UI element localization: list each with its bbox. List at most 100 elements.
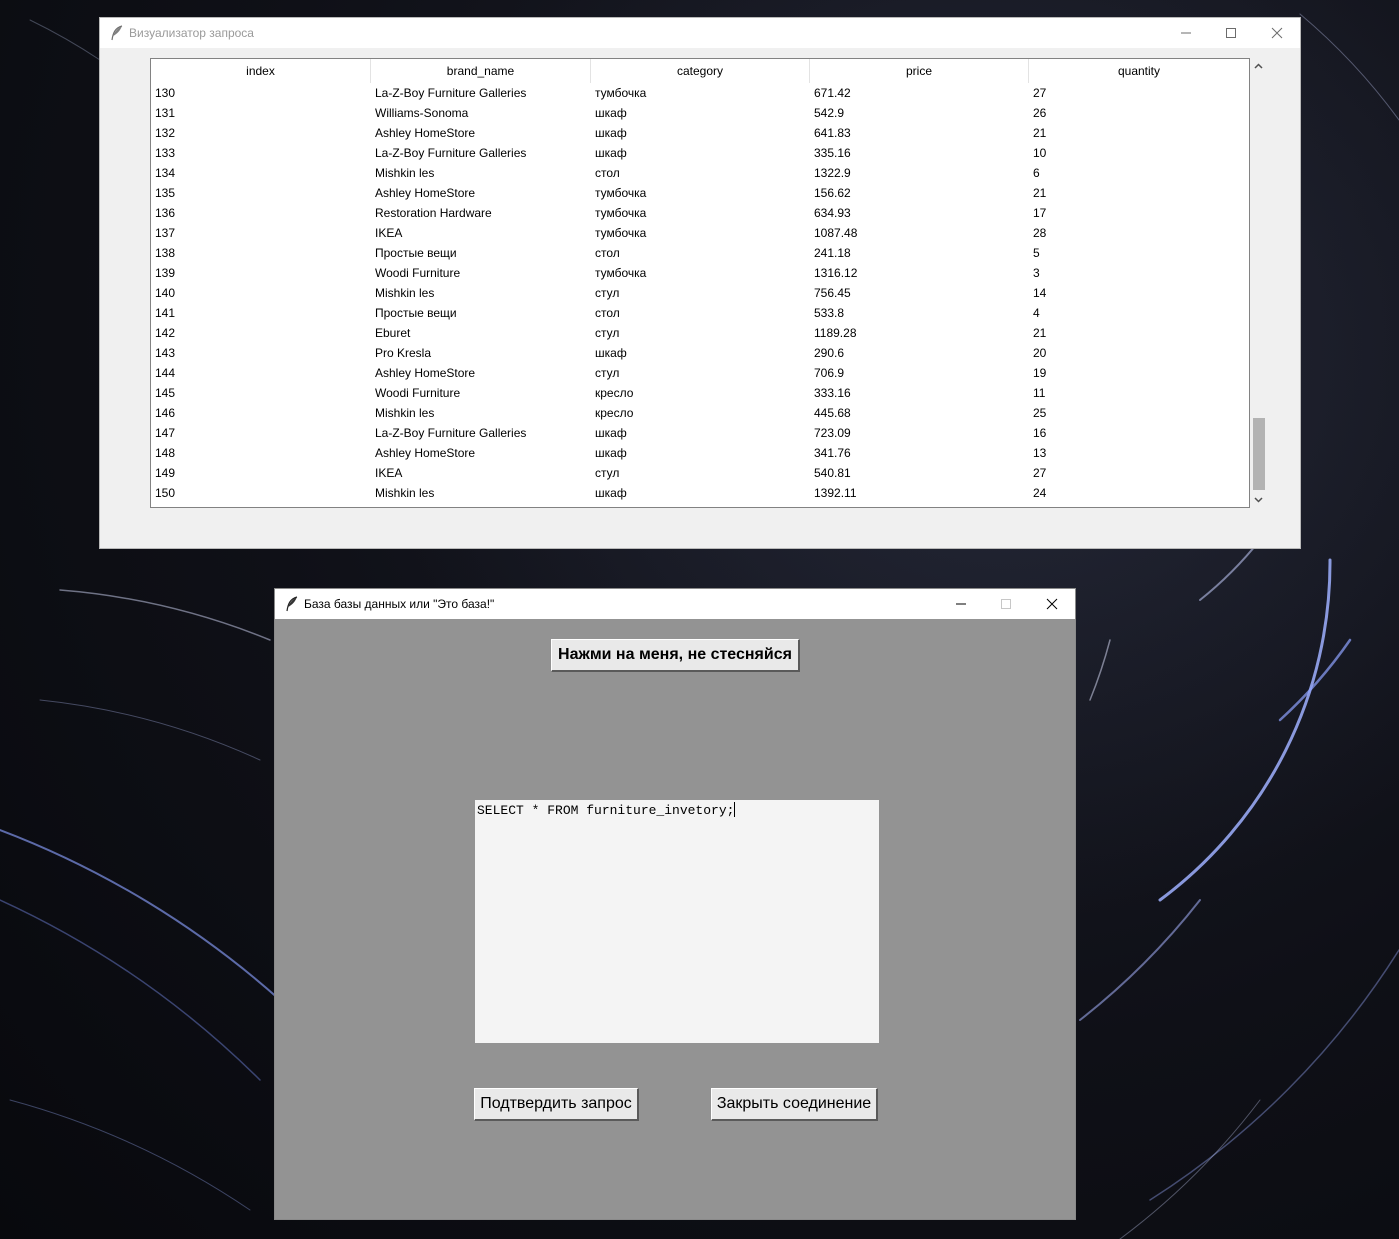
cell-quantity: 24 — [1033, 486, 1047, 500]
table-row[interactable]: 150 Mishkin les шкаф 1392.11 24 — [151, 483, 1249, 503]
cell-category: стол — [595, 166, 620, 180]
table-row[interactable]: 139 Woodi Furniture тумбочка 1316.12 3 — [151, 263, 1249, 283]
cell-quantity: 19 — [1033, 366, 1047, 380]
cell-index: 144 — [155, 366, 176, 380]
query-input[interactable]: SELECT * FROM furniture_invetory; — [475, 800, 879, 1043]
close-button[interactable] — [1254, 18, 1300, 48]
table-row[interactable]: 141 Простые вещи стол 533.8 4 — [151, 303, 1249, 323]
cell-brand-name: Eburet — [375, 326, 411, 340]
cell-quantity: 28 — [1033, 226, 1047, 240]
table-row[interactable]: 133 La-Z-Boy Furniture Galleries шкаф 335.1… — [151, 143, 1249, 163]
close-connection-button[interactable]: Закрыть соединение — [711, 1088, 878, 1121]
table-row[interactable]: 138 Простые вещи стол 241.18 5 — [151, 243, 1249, 263]
column-header-quantity[interactable]: quantity — [1029, 59, 1249, 83]
table-row[interactable]: 147 La-Z-Boy Furniture Galleries шкаф 723.0… — [151, 423, 1249, 443]
vertical-scrollbar[interactable] — [1250, 58, 1267, 508]
table-row[interactable]: 137 IKEA тумбочка 1087.48 28 — [151, 223, 1249, 243]
cell-brand-name: IKEA — [375, 466, 403, 480]
cell-brand-name: Pro Kresla — [375, 346, 432, 360]
scroll-up-icon[interactable] — [1250, 58, 1267, 75]
cell-quantity: 5 — [1033, 246, 1040, 260]
title-bar[interactable]: Визуализатор запроса — [100, 18, 1300, 48]
cell-brand-name: Mishkin les — [375, 166, 435, 180]
cell-quantity: 20 — [1033, 346, 1047, 360]
minimize-icon — [956, 603, 966, 605]
maximize-button — [983, 589, 1029, 619]
table-row[interactable]: 143 Pro Kresla шкаф 290.6 20 — [151, 343, 1249, 363]
cell-index: 146 — [155, 406, 176, 420]
cell-category: стул — [595, 366, 620, 380]
cell-price: 533.8 — [814, 306, 845, 320]
cell-quantity: 25 — [1033, 406, 1047, 420]
cell-category: шкаф — [595, 346, 627, 360]
cell-quantity: 27 — [1033, 466, 1047, 480]
cell-index: 139 — [155, 266, 176, 280]
cell-index: 130 — [155, 86, 176, 100]
cell-category: шкаф — [595, 126, 627, 140]
table-row[interactable]: 148 Ashley HomeStore шкаф 341.76 13 — [151, 443, 1249, 463]
cell-brand-name: Mishkin les — [375, 406, 435, 420]
cell-price: 335.16 — [814, 146, 851, 160]
cell-price: 540.81 — [814, 466, 851, 480]
cell-quantity: 26 — [1033, 106, 1047, 120]
cell-price: 341.76 — [814, 446, 851, 460]
table-row[interactable]: 142 Eburet стул 1189.28 21 — [151, 323, 1249, 343]
cell-brand-name: La-Z-Boy Furniture Galleries — [375, 86, 527, 100]
cell-quantity: 4 — [1033, 306, 1040, 320]
close-button[interactable] — [1029, 589, 1075, 619]
table-row[interactable]: 136 Restoration Hardware тумбочка 634.93 17 — [151, 203, 1249, 223]
cell-quantity: 6 — [1033, 166, 1040, 180]
cell-price: 634.93 — [814, 206, 851, 220]
cell-index: 134 — [155, 166, 176, 180]
cell-price: 723.09 — [814, 426, 851, 440]
maximize-button[interactable] — [1208, 18, 1254, 48]
table-row[interactable]: 149 IKEA стул 540.81 27 — [151, 463, 1249, 483]
text-cursor — [734, 802, 736, 817]
cell-index: 131 — [155, 106, 176, 120]
cell-category: тумбочка — [595, 86, 647, 100]
scrollbar-thumb[interactable] — [1253, 418, 1265, 490]
cell-category: стул — [595, 326, 620, 340]
close-icon — [1271, 27, 1283, 39]
cell-index: 150 — [155, 486, 176, 500]
cell-index: 145 — [155, 386, 176, 400]
table-row[interactable]: 132 Ashley HomeStore шкаф 641.83 21 — [151, 123, 1249, 143]
confirm-query-button[interactable]: Подтвердить запрос — [474, 1088, 639, 1121]
cell-brand-name: IKEA — [375, 226, 403, 240]
cell-index: 149 — [155, 466, 176, 480]
cell-category: шкаф — [595, 486, 627, 500]
query-visualizer-window: Визуализатор запроса index brand_name ca… — [100, 18, 1300, 548]
cell-price: 671.42 — [814, 86, 851, 100]
cell-price: 156.62 — [814, 186, 851, 200]
table-row[interactable]: 135 Ashley HomeStore тумбочка 156.62 21 — [151, 183, 1249, 203]
feather-icon — [111, 25, 123, 41]
cell-index: 136 — [155, 206, 176, 220]
table-row[interactable]: 145 Woodi Furniture кресло 333.16 11 — [151, 383, 1249, 403]
column-header-category[interactable]: category — [591, 59, 810, 83]
cell-category: шкаф — [595, 446, 627, 460]
cell-price: 1322.9 — [814, 166, 851, 180]
title-bar[interactable]: База базы данных или "Это база!" — [275, 589, 1075, 619]
cell-category: тумбочка — [595, 206, 647, 220]
cell-brand-name: Ashley HomeStore — [375, 126, 476, 140]
cell-brand-name: Mishkin les — [375, 286, 435, 300]
table-row[interactable]: 146 Mishkin les кресло 445.68 25 — [151, 403, 1249, 423]
table-row[interactable]: 130 La-Z-Boy Furniture Galleries тумбочка 6… — [151, 83, 1249, 103]
column-header-index[interactable]: index — [151, 59, 371, 83]
table-row[interactable]: 131 Williams-Sonoma шкаф 542.9 26 — [151, 103, 1249, 123]
cell-category: шкаф — [595, 146, 627, 160]
scroll-down-icon[interactable] — [1250, 491, 1267, 508]
column-header-brand-name[interactable]: brand_name — [371, 59, 591, 83]
press-me-button[interactable]: Нажми на меня, не стесняйся — [551, 639, 800, 672]
cell-price: 333.16 — [814, 386, 851, 400]
results-table[interactable]: index brand_name category price quantity… — [150, 58, 1250, 508]
table-row[interactable]: 134 Mishkin les стол 1322.9 6 — [151, 163, 1249, 183]
cell-category: кресло — [595, 386, 634, 400]
minimize-button[interactable] — [938, 589, 984, 619]
cell-quantity: 11 — [1033, 386, 1046, 400]
table-row[interactable]: 140 Mishkin les стул 756.45 14 — [151, 283, 1249, 303]
table-row[interactable]: 144 Ashley HomeStore стул 706.9 19 — [151, 363, 1249, 383]
cell-quantity: 3 — [1033, 266, 1040, 280]
minimize-button[interactable] — [1163, 18, 1209, 48]
column-header-price[interactable]: price — [810, 59, 1029, 83]
